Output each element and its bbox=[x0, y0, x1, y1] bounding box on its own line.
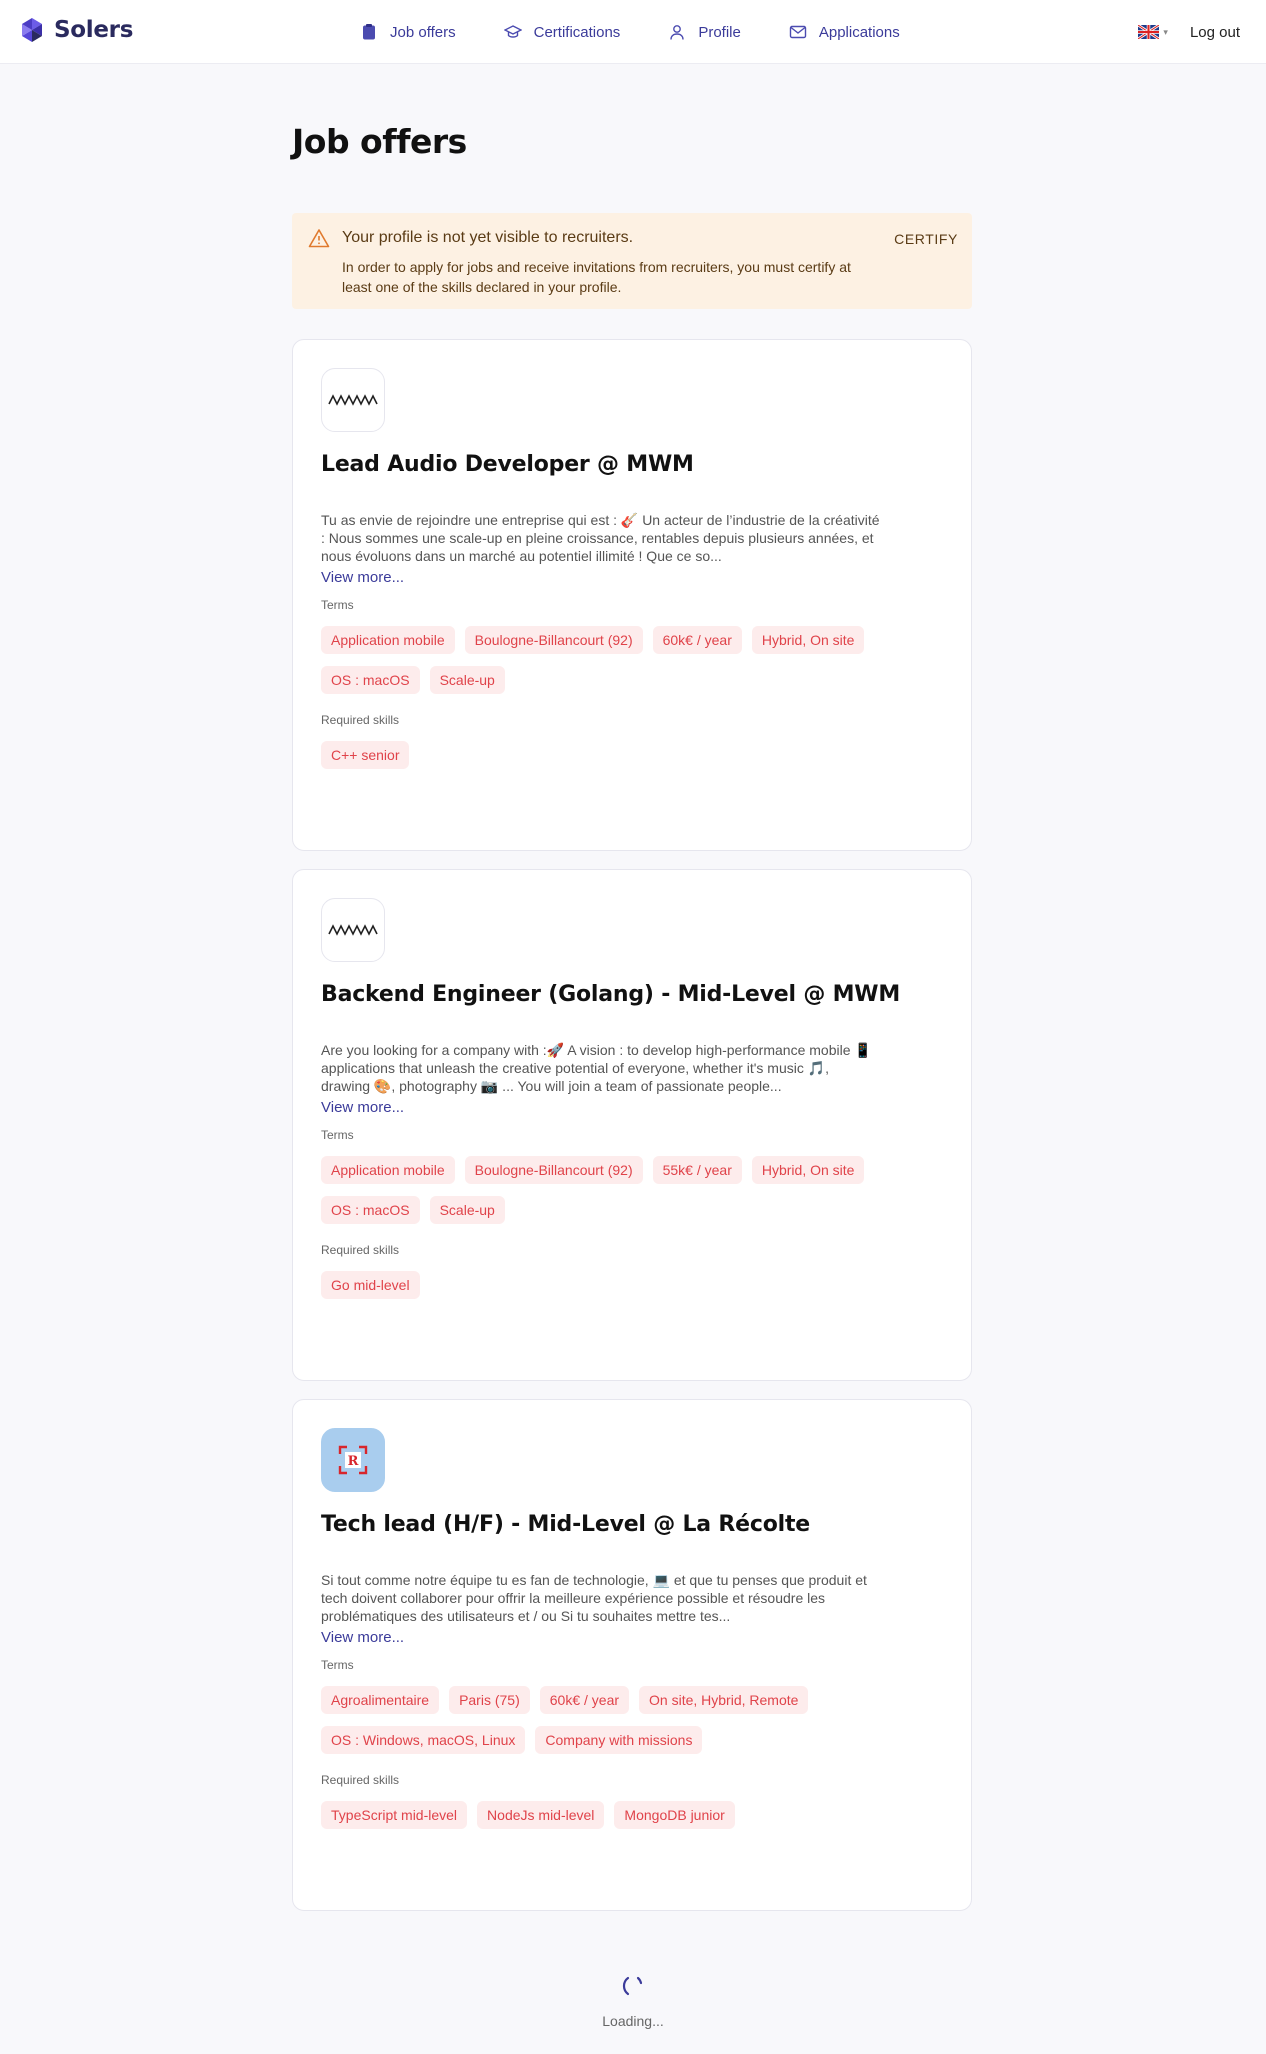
term-chip: On site, Hybrid, Remote bbox=[639, 1686, 809, 1714]
terms-chips: Agroalimentaire Paris (75) 60k€ / year O… bbox=[321, 1686, 881, 1754]
required-skills-label: Required skills bbox=[321, 1243, 400, 1257]
skill-chip: TypeScript mid-level bbox=[321, 1801, 468, 1829]
terms-chips: Application mobile Boulogne-Billancourt … bbox=[321, 1156, 881, 1224]
page-title: Job offers bbox=[292, 122, 467, 161]
term-chip: Company with missions bbox=[535, 1726, 703, 1754]
svg-text:R: R bbox=[348, 1454, 359, 1469]
term-chip: OS : Windows, macOS, Linux bbox=[321, 1726, 526, 1754]
nav-item-certifications[interactable]: Certifications bbox=[503, 23, 621, 41]
term-chip: 60k€ / year bbox=[652, 626, 742, 654]
clipboard-icon bbox=[363, 24, 375, 40]
job-title[interactable]: Tech lead (H/F) - Mid-Level @ La Récolte bbox=[321, 1512, 943, 1537]
term-chip: 55k€ / year bbox=[652, 1156, 742, 1184]
nav-item-profile[interactable]: Profile bbox=[668, 23, 741, 41]
term-chip: OS : macOS bbox=[321, 1196, 420, 1224]
spinner-icon bbox=[622, 1976, 643, 1996]
skill-chip: Go mid-level bbox=[321, 1271, 420, 1299]
term-chip: Application mobile bbox=[321, 626, 455, 654]
terms-label: Terms bbox=[321, 1658, 354, 1672]
term-chip: OS : macOS bbox=[321, 666, 420, 694]
skill-chips: TypeScript mid-level NodeJs mid-level Mo… bbox=[321, 1801, 881, 1829]
skill-chip: NodeJs mid-level bbox=[477, 1801, 605, 1829]
nav-item-applications[interactable]: Applications bbox=[789, 23, 900, 41]
job-card[interactable]: Lead Audio Developer @ MWM Tu as envie d… bbox=[292, 339, 972, 851]
nav-item-label: Applications bbox=[818, 23, 900, 41]
graduation-cap-icon bbox=[503, 25, 522, 38]
terms-label: Terms bbox=[321, 1128, 354, 1142]
nav-item-label: Job offers bbox=[390, 23, 456, 41]
la-recolte-logo: R bbox=[338, 1445, 368, 1475]
term-chip: Hybrid, On site bbox=[751, 626, 865, 654]
user-icon bbox=[670, 25, 685, 40]
brand-name: Solers bbox=[54, 17, 134, 43]
terms-label: Terms bbox=[321, 598, 354, 612]
term-chip: Agroalimentaire bbox=[321, 1686, 440, 1714]
job-description: Si tout comme notre équipe tu es fan de … bbox=[321, 1572, 867, 1624]
term-chip: Scale-up bbox=[429, 1196, 505, 1224]
loading-text: Loading... bbox=[602, 2013, 664, 2029]
alert-title: Your profile is not yet visible to recru… bbox=[342, 229, 634, 246]
term-chip: Boulogne-Billancourt (92) bbox=[464, 626, 643, 654]
chevron-down-icon: ▾ bbox=[1163, 26, 1168, 37]
view-more-link[interactable]: View more... bbox=[321, 1629, 404, 1646]
terms-chips: Application mobile Boulogne-Billancourt … bbox=[321, 626, 881, 694]
required-skills-label: Required skills bbox=[321, 1773, 400, 1787]
term-chip: Boulogne-Billancourt (92) bbox=[464, 1156, 643, 1184]
mwm-logo bbox=[328, 924, 378, 936]
term-chip: Application mobile bbox=[321, 1156, 455, 1184]
main-nav: Job offers Certifications Profile Applic… bbox=[360, 0, 900, 64]
nav-item-label: Profile bbox=[698, 23, 741, 41]
job-card[interactable]: Backend Engineer (Golang) - Mid-Level @ … bbox=[292, 869, 972, 1381]
skill-chip: MongoDB junior bbox=[614, 1801, 735, 1829]
job-title[interactable]: Backend Engineer (Golang) - Mid-Level @ … bbox=[321, 982, 943, 1007]
mwm-logo bbox=[328, 394, 378, 406]
view-more-link[interactable]: View more... bbox=[321, 1099, 404, 1116]
job-card[interactable]: R Tech lead (H/F) - Mid-Level @ La Récol… bbox=[292, 1399, 972, 1911]
job-description: Tu as envie de rejoindre une entreprise … bbox=[321, 512, 880, 564]
envelope-icon bbox=[789, 25, 807, 39]
top-navbar: Solers Job offers Certifications Profile bbox=[0, 0, 1266, 64]
term-chip: Scale-up bbox=[429, 666, 505, 694]
nav-item-label: Certifications bbox=[533, 23, 621, 41]
job-title[interactable]: Lead Audio Developer @ MWM bbox=[321, 452, 943, 477]
nav-right: ▾ Log out bbox=[1138, 0, 1240, 64]
warning-icon bbox=[308, 229, 330, 248]
skill-chips: Go mid-level bbox=[321, 1271, 881, 1299]
job-description: Are you looking for a company with :🚀 A … bbox=[321, 1042, 872, 1094]
company-logo: R bbox=[321, 1428, 385, 1492]
uk-flag-icon bbox=[1138, 25, 1160, 39]
term-chip: Hybrid, On site bbox=[751, 1156, 865, 1184]
alert-message: In order to apply for jobs and receive i… bbox=[342, 259, 851, 295]
main-content: Job offers Your profile is not yet visib… bbox=[292, 64, 972, 1911]
solers-logo-icon bbox=[22, 18, 42, 42]
required-skills-label: Required skills bbox=[321, 713, 400, 727]
certify-button[interactable]: CERTIFY bbox=[894, 231, 958, 247]
logout-button[interactable]: Log out bbox=[1190, 24, 1240, 41]
brand[interactable]: Solers bbox=[18, 16, 133, 44]
skill-chips: C++ senior bbox=[321, 741, 881, 769]
view-more-link[interactable]: View more... bbox=[321, 569, 404, 586]
term-chip: 60k€ / year bbox=[539, 1686, 630, 1714]
language-selector[interactable]: ▾ bbox=[1138, 25, 1168, 39]
skill-chip: C++ senior bbox=[321, 741, 410, 769]
term-chip: Paris (75) bbox=[449, 1686, 530, 1714]
profile-visibility-alert: Your profile is not yet visible to recru… bbox=[292, 213, 972, 309]
loading-indicator: Loading... bbox=[0, 1973, 1266, 2029]
company-logo bbox=[321, 898, 385, 962]
company-logo bbox=[321, 368, 385, 432]
nav-item-job-offers[interactable]: Job offers bbox=[360, 23, 456, 41]
